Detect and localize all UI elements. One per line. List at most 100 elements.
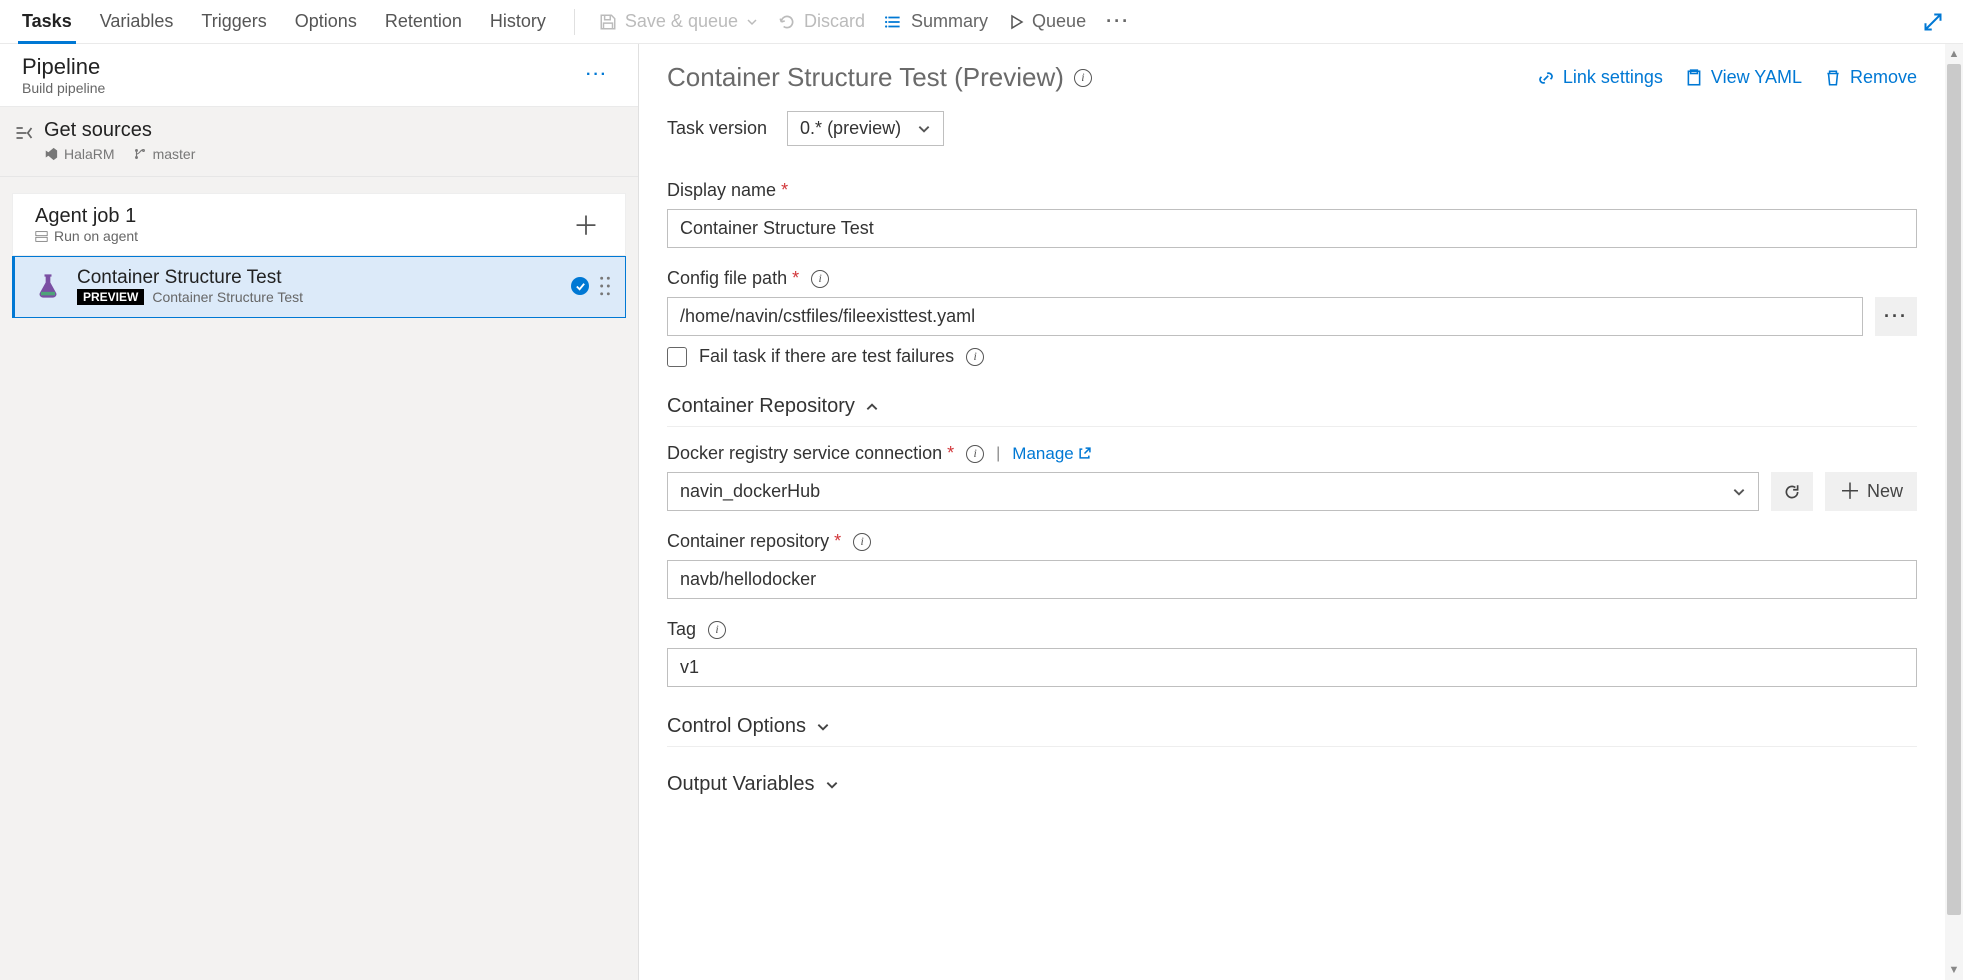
save-queue-button: Save & queue — [589, 7, 768, 36]
info-icon[interactable]: i — [1074, 69, 1092, 87]
chevron-down-icon — [1732, 485, 1746, 499]
branch-icon — [133, 147, 147, 161]
docker-conn-label: Docker registry service connection * — [667, 443, 954, 464]
tab-history[interactable]: History — [476, 0, 560, 43]
info-icon[interactable]: i — [811, 270, 829, 288]
save-queue-label: Save & queue — [625, 11, 738, 32]
task-item-container-structure-test[interactable]: Container Structure Test PREVIEW Contain… — [12, 256, 626, 318]
section-output-variables[interactable]: Output Variables — [667, 765, 1917, 804]
main-body: Pipeline Build pipeline ··· Get sources … — [0, 44, 1963, 980]
refresh-icon — [1783, 483, 1801, 501]
pipeline-title: Pipeline — [22, 54, 105, 80]
config-path-label: Config file path * — [667, 268, 799, 289]
get-sources-item[interactable]: Get sources HalaRM master — [0, 107, 638, 177]
tab-tasks[interactable]: Tasks — [8, 0, 86, 43]
summary-button[interactable]: Summary — [875, 7, 998, 36]
scroll-track[interactable] — [1945, 64, 1963, 960]
agent-job-subtitle: Run on agent — [35, 228, 138, 244]
agent-job-item[interactable]: Agent job 1 Run on agent ＋ — [12, 193, 626, 256]
get-sources-title: Get sources — [44, 119, 195, 142]
task-flask-icon — [33, 271, 63, 301]
pipeline-header[interactable]: Pipeline Build pipeline ··· — [0, 44, 638, 107]
new-connection-button[interactable]: ＋ New — [1825, 472, 1917, 511]
undo-icon — [778, 13, 796, 31]
chevron-down-icon — [917, 122, 931, 136]
scroll-down-button[interactable]: ▼ — [1949, 960, 1960, 980]
manage-link[interactable]: Manage — [1012, 444, 1090, 464]
queue-label: Queue — [1032, 11, 1086, 32]
right-pane: Container Structure Test (Preview) i Lin… — [639, 44, 1963, 980]
list-icon — [885, 13, 903, 31]
left-pane: Pipeline Build pipeline ··· Get sources … — [0, 44, 639, 980]
tag-label: Tag — [667, 619, 696, 640]
display-name-input[interactable] — [667, 209, 1917, 248]
panel-title: Container Structure Test (Preview) i — [667, 62, 1092, 93]
link-icon — [1537, 69, 1555, 87]
task-status-success-icon — [571, 277, 589, 295]
info-icon[interactable]: i — [966, 445, 984, 463]
refresh-button[interactable] — [1771, 472, 1813, 511]
discard-button: Discard — [768, 7, 875, 36]
branch-name: master — [133, 146, 196, 162]
save-icon — [599, 13, 617, 31]
scroll-up-button[interactable]: ▲ — [1949, 44, 1960, 64]
pipeline-subtitle: Build pipeline — [22, 80, 105, 96]
fullscreen-button[interactable] — [1911, 6, 1955, 38]
section-control-options[interactable]: Control Options — [667, 707, 1917, 747]
info-icon[interactable]: i — [708, 621, 726, 639]
task-subtitle: Container Structure Test — [152, 289, 303, 305]
sources-icon — [14, 123, 34, 143]
container-repo-label: Container repository * — [667, 531, 841, 552]
task-version-label: Task version — [667, 118, 767, 139]
chevron-down-icon — [816, 720, 830, 734]
browse-button[interactable]: ··· — [1875, 297, 1917, 336]
view-yaml-button[interactable]: View YAML — [1685, 67, 1802, 88]
docker-conn-value: navin_dockerHub — [680, 481, 820, 502]
top-toolbar: Tasks Variables Triggers Options Retenti… — [0, 0, 1963, 44]
play-icon — [1008, 14, 1024, 30]
preview-badge: PREVIEW — [77, 289, 144, 305]
vertical-scrollbar[interactable]: ▲ ▼ — [1945, 44, 1963, 980]
toolbar-separator — [574, 9, 575, 35]
fail-checkbox-label: Fail task if there are test failures — [699, 346, 954, 367]
container-repo-input[interactable] — [667, 560, 1917, 599]
add-task-button[interactable]: ＋ — [565, 204, 607, 245]
vs-icon — [44, 147, 58, 161]
tab-triggers[interactable]: Triggers — [187, 0, 280, 43]
info-icon[interactable]: i — [966, 348, 984, 366]
tab-list: Tasks Variables Triggers Options Retenti… — [8, 0, 560, 43]
task-version-value: 0.* (preview) — [800, 118, 901, 139]
task-title: Container Structure Test — [77, 267, 303, 289]
summary-label: Summary — [911, 11, 988, 32]
chevron-down-icon — [746, 16, 758, 28]
task-version-select[interactable]: 0.* (preview) — [787, 111, 944, 146]
tag-input[interactable] — [667, 648, 1917, 687]
external-link-icon — [1078, 447, 1091, 460]
link-settings-button[interactable]: Link settings — [1537, 67, 1663, 88]
docker-conn-select[interactable]: navin_dockerHub — [667, 472, 1759, 511]
section-container-repository[interactable]: Container Repository — [667, 387, 1917, 427]
drag-handle-icon[interactable] — [599, 276, 611, 296]
task-config-panel: Container Structure Test (Preview) i Lin… — [639, 44, 1945, 980]
app-root: Tasks Variables Triggers Options Retenti… — [0, 0, 1963, 980]
scroll-thumb[interactable] — [1947, 64, 1961, 915]
pipeline-more-button[interactable]: ··· — [578, 62, 616, 88]
clipboard-icon — [1685, 69, 1703, 87]
config-path-input[interactable] — [667, 297, 1863, 336]
discard-label: Discard — [804, 11, 865, 32]
chevron-down-icon — [825, 778, 839, 792]
trash-icon — [1824, 69, 1842, 87]
chevron-up-icon — [865, 400, 879, 414]
server-icon — [35, 230, 48, 243]
tab-options[interactable]: Options — [281, 0, 371, 43]
tab-variables[interactable]: Variables — [86, 0, 188, 43]
tab-retention[interactable]: Retention — [371, 0, 476, 43]
info-icon[interactable]: i — [853, 533, 871, 551]
toolbar-more-button[interactable]: ··· — [1096, 7, 1140, 36]
remove-button[interactable]: Remove — [1824, 67, 1917, 88]
fail-on-test-failures-checkbox[interactable] — [667, 347, 687, 367]
queue-button[interactable]: Queue — [998, 7, 1096, 36]
agent-job-title: Agent job 1 — [35, 205, 138, 228]
display-name-label: Display name * — [667, 180, 788, 201]
repo-name: HalaRM — [44, 146, 115, 162]
